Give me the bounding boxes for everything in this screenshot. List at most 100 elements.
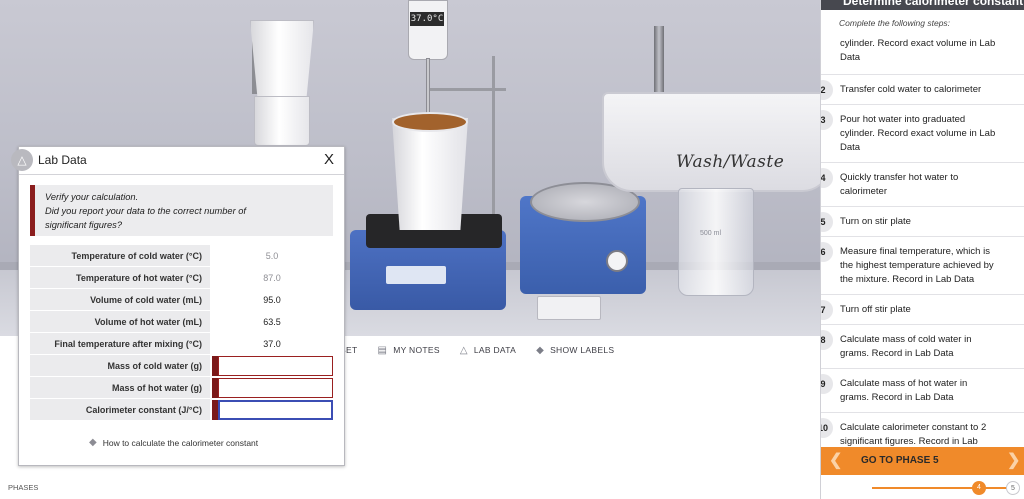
table-row: Volume of hot water (mL) 63.5 <box>30 311 333 333</box>
step-text-line: Calculate mass of hot water in <box>840 378 968 389</box>
show-labels-label: SHOW LABELS <box>550 345 615 355</box>
step-item: 6 Measure final temperature, which is th… <box>821 236 1024 294</box>
mass-hot-water-input[interactable] <box>218 378 333 398</box>
foam-cup-stack[interactable] <box>250 20 314 100</box>
step-number: 5 <box>821 212 833 232</box>
help-link-label: How to calculate the calorimeter constan… <box>102 437 259 448</box>
step-text-line: the highest temperature achieved by <box>840 260 994 271</box>
phase-dot-current[interactable]: 4 <box>972 481 986 495</box>
step-text-line: cylinder. Record exact volume in Lab <box>840 128 996 139</box>
table-row: Temperature of cold water (°C) 5.0 <box>30 245 333 267</box>
step-text-line: Quickly transfer hot water to <box>840 172 959 183</box>
go-to-phase-button[interactable]: ❮ GO TO PHASE 5 ❯ <box>821 447 1024 475</box>
step-item: 2 Transfer cold water to calorimeter <box>821 74 1024 104</box>
beaker-label: 500 ml <box>700 230 722 237</box>
row-value: 95.0 <box>210 289 333 310</box>
table-row: Temperature of hot water (°C) 87.0 <box>30 267 333 289</box>
go-to-phase-label: GO TO PHASE 5 <box>861 455 939 466</box>
step-text-line: Turn on stir plate <box>840 216 911 227</box>
step-text-line: cylinder. Record exact volume in Lab <box>840 38 996 49</box>
table-row: Final temperature after mixing (°C) 37.0 <box>30 333 333 355</box>
step-item: cylinder. Record exact volume in Lab Dat… <box>821 32 1024 74</box>
flask-icon: △ <box>459 344 468 356</box>
step-number: 2 <box>821 80 833 100</box>
row-value: 87.0 <box>210 267 333 288</box>
wall-bracket-right <box>654 26 664 92</box>
row-label: Volume of hot water (mL) <box>30 311 210 332</box>
my-notes-button[interactable]: ▤ MY NOTES <box>377 345 439 356</box>
validation-line-3: significant figures? <box>45 220 122 230</box>
row-label: Calorimeter constant (J/°C) <box>30 399 210 420</box>
step-number: 6 <box>821 242 833 262</box>
mass-cold-water-input[interactable] <box>218 356 333 376</box>
virtual-lab-screen: 37.0°C Wash/Waste 500 ml SET ▤ MY NOTES … <box>0 0 1024 499</box>
step-text-line: Measure final temperature, which is <box>840 246 990 257</box>
validation-message: Verify your calculation. Did you report … <box>30 185 333 236</box>
step-item: 9 Calculate mass of hot water in grams. … <box>821 368 1024 412</box>
row-value: 37.0 <box>210 333 333 354</box>
step-item: 5 Turn on stir plate <box>821 206 1024 236</box>
step-number: 4 <box>821 168 833 188</box>
step-text-line: Turn off stir plate <box>840 304 911 315</box>
beaker-500ml[interactable] <box>678 188 754 296</box>
calorimeter-constant-input[interactable] <box>218 400 333 420</box>
table-row: Mass of cold water (g) <box>30 355 333 377</box>
step-item: 7 Turn off stir plate <box>821 294 1024 324</box>
validation-line-1: Verify your calculation. <box>45 192 139 202</box>
calorimeter-lid[interactable] <box>392 112 468 132</box>
table-row: Calorimeter constant (J/°C) <box>30 399 333 421</box>
row-label: Mass of hot water (g) <box>30 377 210 398</box>
calorimeter-cup[interactable] <box>392 118 468 230</box>
step-number: 9 <box>821 374 833 394</box>
foam-cup-stack-base <box>254 96 310 146</box>
row-label: Mass of cold water (g) <box>30 355 210 376</box>
flask-icon: △ <box>11 149 33 171</box>
stir-plate-display <box>386 266 446 284</box>
lab-data-header[interactable]: △ Lab Data X <box>11 147 344 175</box>
step-text-line: grams. Record in Lab Data <box>840 392 954 403</box>
step-text-line: grams. Record in Lab Data <box>840 348 954 359</box>
help-link[interactable]: ◆ How to calculate the calorimeter const… <box>89 437 258 448</box>
chevron-left-icon[interactable]: ❮ <box>829 450 842 470</box>
my-notes-label: MY NOTES <box>393 345 440 355</box>
step-item: 10 Calculate calorimeter constant to 2 s… <box>821 412 1024 446</box>
procedure-title-bar: Determine calorimeter constant <box>821 0 1024 10</box>
lab-data-button[interactable]: △ LAB DATA <box>460 345 516 356</box>
procedure-title: Determine calorimeter constant <box>843 0 1024 8</box>
table-row: Volume of cold water (mL) 95.0 <box>30 289 333 311</box>
hot-plate-knob[interactable] <box>606 250 628 272</box>
show-labels-button[interactable]: ◆ SHOW LABELS <box>536 345 614 356</box>
step-text-line: the mixture. Record in Lab Data <box>840 274 975 285</box>
wash-waste-tub[interactable] <box>602 92 820 192</box>
step-text-line: Calculate calorimeter constant to 2 <box>840 422 987 433</box>
step-number: 10 <box>821 418 833 438</box>
procedure-subtitle: Complete the following steps: <box>839 18 951 28</box>
close-button[interactable]: X <box>324 151 334 168</box>
step-text-line: significant figures. Record in Lab <box>840 436 978 446</box>
phase-dot-next[interactable]: 5 <box>1006 481 1020 495</box>
step-text-line: Data <box>840 142 861 153</box>
stir-bar-tray[interactable] <box>537 296 601 320</box>
step-item: 3 Pour hot water into graduated cylinder… <box>821 104 1024 162</box>
procedure-panel: Determine calorimeter constant Complete … <box>820 0 1024 499</box>
row-value: 5.0 <box>210 245 333 266</box>
lab-data-title: Lab Data <box>38 153 87 167</box>
step-text-line: Calculate mass of cold water in <box>840 334 972 345</box>
tag-icon: ◆ <box>536 344 545 356</box>
ring-stand-clamp <box>430 88 506 91</box>
step-text-line: Pour hot water into graduated <box>840 114 966 125</box>
step-number: 7 <box>821 300 833 320</box>
step-text-line: calorimeter <box>840 186 887 197</box>
wash-waste-label: Wash/Waste <box>676 152 785 172</box>
step-item: 8 Calculate mass of cold water in grams.… <box>821 324 1024 368</box>
digital-thermometer[interactable] <box>408 0 448 60</box>
thermometer-readout: 37.0°C <box>410 12 444 26</box>
row-value: 63.5 <box>210 311 333 332</box>
row-label: Temperature of cold water (°C) <box>30 245 210 266</box>
notes-icon: ▤ <box>377 344 388 356</box>
chevron-right-icon[interactable]: ❯ <box>1007 450 1020 470</box>
phases-label: PHASES <box>8 483 39 492</box>
lab-data-panel: △ Lab Data X Verify your calculation. Di… <box>11 146 345 466</box>
row-label: Volume of cold water (mL) <box>30 289 210 310</box>
lab-data-label: LAB DATA <box>473 345 517 355</box>
